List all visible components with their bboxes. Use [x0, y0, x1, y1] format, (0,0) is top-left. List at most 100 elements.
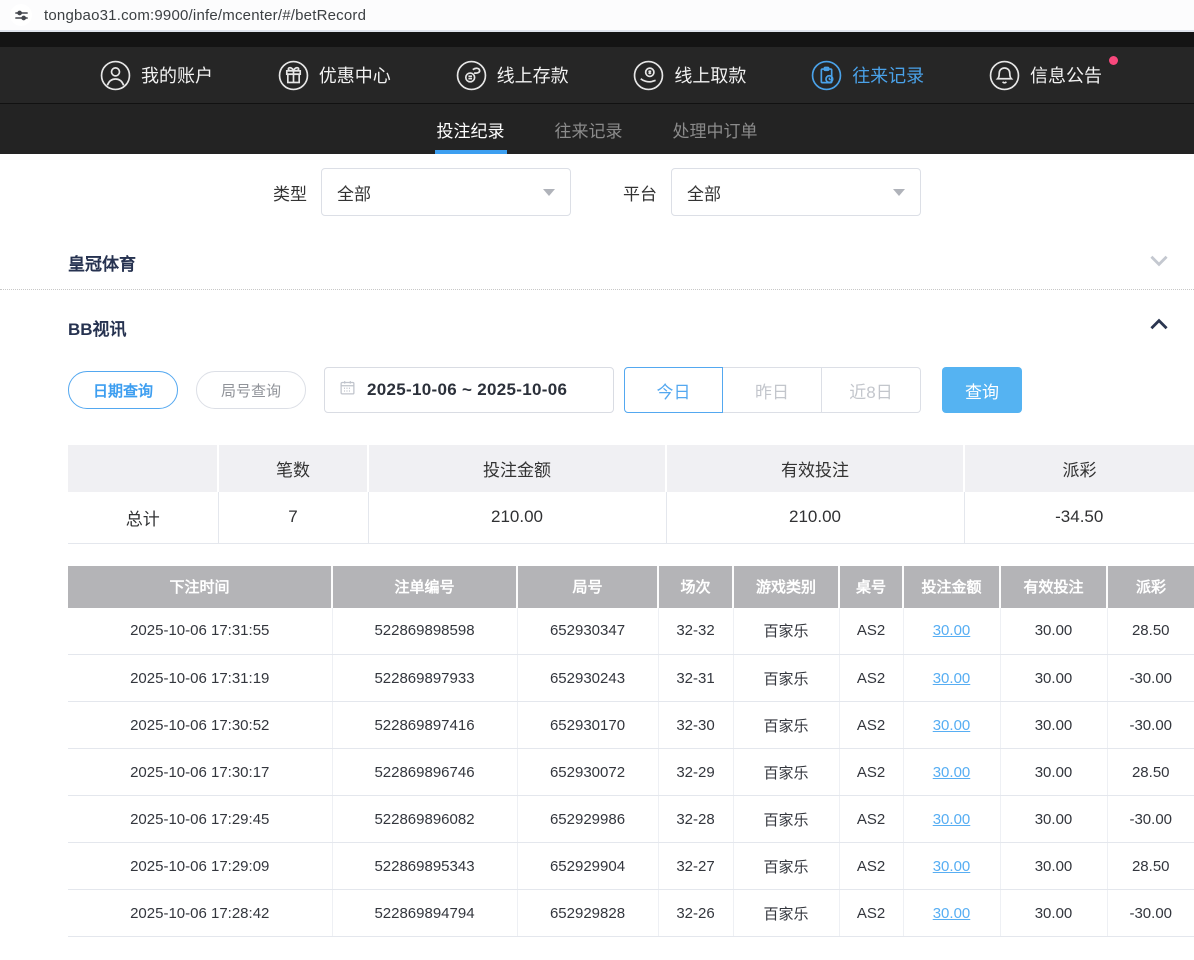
browser-address-bar: tongbao31.com:9900/infe/mcenter/#/betRec…	[0, 0, 1194, 32]
cell-order-id: 522869897933	[332, 655, 517, 702]
chevron-down-icon	[543, 189, 555, 196]
cell-session: 32-27	[658, 843, 733, 890]
cell-session: 32-28	[658, 796, 733, 843]
cell-round-id: 652930243	[517, 655, 658, 702]
summary-total-count: 7	[218, 492, 368, 543]
tab-bet-records[interactable]: 投注纪录	[435, 104, 507, 154]
cell-game-type: 百家乐	[733, 749, 839, 796]
bet-amount-link[interactable]: 30.00	[933, 717, 971, 734]
header-table-id: 桌号	[839, 566, 903, 608]
cell-table-id: AS2	[839, 843, 903, 890]
cell-session: 32-29	[658, 749, 733, 796]
sub-tabbar: 投注纪录 往来记录 处理中订单	[0, 104, 1194, 154]
nav-item-announcements[interactable]: 信息公告	[989, 60, 1102, 91]
bet-amount-link[interactable]: 30.00	[933, 622, 971, 639]
cell-order-id: 522869896082	[332, 796, 517, 843]
cell-session: 32-31	[658, 655, 733, 702]
summary-total-payout: -34.50	[964, 492, 1194, 543]
cell-bet-time: 2025-10-06 17:28:42	[68, 890, 332, 937]
cell-valid-bet: 30.00	[1000, 843, 1107, 890]
section-crown-sports[interactable]: 皇冠体育	[0, 240, 1194, 284]
cell-game-type: 百家乐	[733, 655, 839, 702]
cell-session: 32-30	[658, 702, 733, 749]
section-title: BB视讯	[68, 315, 127, 340]
url-text[interactable]: tongbao31.com:9900/infe/mcenter/#/betRec…	[44, 7, 366, 24]
tab-label: 处理中订单	[673, 117, 758, 142]
bet-amount-link[interactable]: 30.00	[933, 764, 971, 781]
bet-records-table: 下注时间 注单编号 局号 场次 游戏类别 桌号 投注金额 有效投注 派彩 202…	[68, 566, 1194, 938]
table-row: 2025-10-06 17:31:55 522869898598 6529303…	[68, 608, 1194, 655]
cell-session: 32-26	[658, 890, 733, 937]
header-bet-amount: 投注金额	[903, 566, 1000, 608]
cell-session: 32-32	[658, 608, 733, 655]
section-bb-video[interactable]: BB视讯	[0, 305, 1194, 349]
header-session: 场次	[658, 566, 733, 608]
bet-amount-link[interactable]: 30.00	[933, 670, 971, 687]
summary-header-blank	[68, 445, 218, 492]
platform-filter-label: 平台	[623, 180, 657, 205]
today-button[interactable]: 今日	[624, 367, 723, 413]
site-settings-icon[interactable]	[10, 4, 32, 26]
cell-payout: 28.50	[1107, 749, 1194, 796]
summary-header-valid-bet: 有效投注	[666, 445, 964, 492]
type-filter-label: 类型	[273, 180, 307, 205]
chevron-down-icon[interactable]	[1146, 247, 1172, 278]
date-range-value: 2025-10-06 ~ 2025-10-06	[367, 380, 567, 400]
active-tab-underline	[435, 150, 507, 154]
platform-select[interactable]: 全部	[671, 168, 921, 216]
cell-bet-time: 2025-10-06 17:30:17	[68, 749, 332, 796]
summary-header-row: 笔数 投注金额 有效投注 派彩	[68, 445, 1194, 492]
records-icon	[811, 60, 842, 91]
summary-total-row: 总计 7 210.00 210.00 -34.50	[68, 492, 1194, 543]
cell-order-id: 522869895343	[332, 843, 517, 890]
cell-bet-time: 2025-10-06 17:31:55	[68, 608, 332, 655]
gift-icon	[278, 60, 309, 91]
cell-valid-bet: 30.00	[1000, 890, 1107, 937]
chevron-up-icon[interactable]	[1146, 312, 1172, 343]
cell-payout: -30.00	[1107, 702, 1194, 749]
header-bet-time: 下注时间	[68, 566, 332, 608]
bell-icon	[989, 60, 1020, 91]
nav-item-withdraw[interactable]: 线上取款	[633, 60, 746, 91]
cell-round-id: 652929986	[517, 796, 658, 843]
type-select-value: 全部	[337, 180, 543, 205]
nav-label: 信息公告	[1030, 62, 1102, 88]
summary-table: 笔数 投注金额 有效投注 派彩 总计 7 210.00 210.00 -34.5…	[68, 445, 1194, 544]
cell-round-id: 652930072	[517, 749, 658, 796]
nav-item-deposit[interactable]: 线上存款	[456, 60, 569, 91]
last-8-days-button[interactable]: 近8日	[822, 367, 921, 413]
table-row: 2025-10-06 17:28:42 522869894794 6529298…	[68, 890, 1194, 937]
bet-amount-link[interactable]: 30.00	[933, 858, 971, 875]
cell-payout: -30.00	[1107, 890, 1194, 937]
nav-label: 线上存款	[497, 62, 569, 88]
date-query-button[interactable]: 日期查询	[68, 371, 178, 409]
yesterday-button[interactable]: 昨日	[723, 367, 822, 413]
tab-transaction-records[interactable]: 往来记录	[553, 104, 625, 154]
cell-game-type: 百家乐	[733, 843, 839, 890]
search-button[interactable]: 查询	[942, 367, 1022, 413]
bet-amount-link[interactable]: 30.00	[933, 811, 971, 828]
nav-item-my-account[interactable]: 我的账户	[100, 60, 213, 91]
nav-item-transaction-records[interactable]: 往来记录	[811, 60, 924, 91]
table-row: 2025-10-06 17:30:52 522869897416 6529301…	[68, 702, 1194, 749]
section-divider	[0, 289, 1194, 290]
summary-total-bet-amount: 210.00	[368, 492, 666, 543]
date-range-input[interactable]: 2025-10-06 ~ 2025-10-06	[324, 367, 614, 413]
cell-game-type: 百家乐	[733, 702, 839, 749]
cell-payout: 28.50	[1107, 608, 1194, 655]
tab-pending-orders[interactable]: 处理中订单	[671, 104, 760, 154]
summary-header-payout: 派彩	[964, 445, 1194, 492]
type-filter-group: 类型 全部	[273, 168, 571, 216]
nav-label: 我的账户	[141, 62, 213, 88]
header-round-id: 局号	[517, 566, 658, 608]
cell-table-id: AS2	[839, 655, 903, 702]
filter-row: 类型 全部 平台 全部	[0, 168, 1194, 216]
cell-valid-bet: 30.00	[1000, 796, 1107, 843]
cell-valid-bet: 30.00	[1000, 655, 1107, 702]
type-select[interactable]: 全部	[321, 168, 571, 216]
table-row: 2025-10-06 17:29:45 522869896082 6529299…	[68, 796, 1194, 843]
nav-item-promotions[interactable]: 优惠中心	[278, 60, 391, 91]
bet-amount-link[interactable]: 30.00	[933, 905, 971, 922]
round-query-button[interactable]: 局号查询	[196, 371, 306, 409]
cell-payout: -30.00	[1107, 796, 1194, 843]
